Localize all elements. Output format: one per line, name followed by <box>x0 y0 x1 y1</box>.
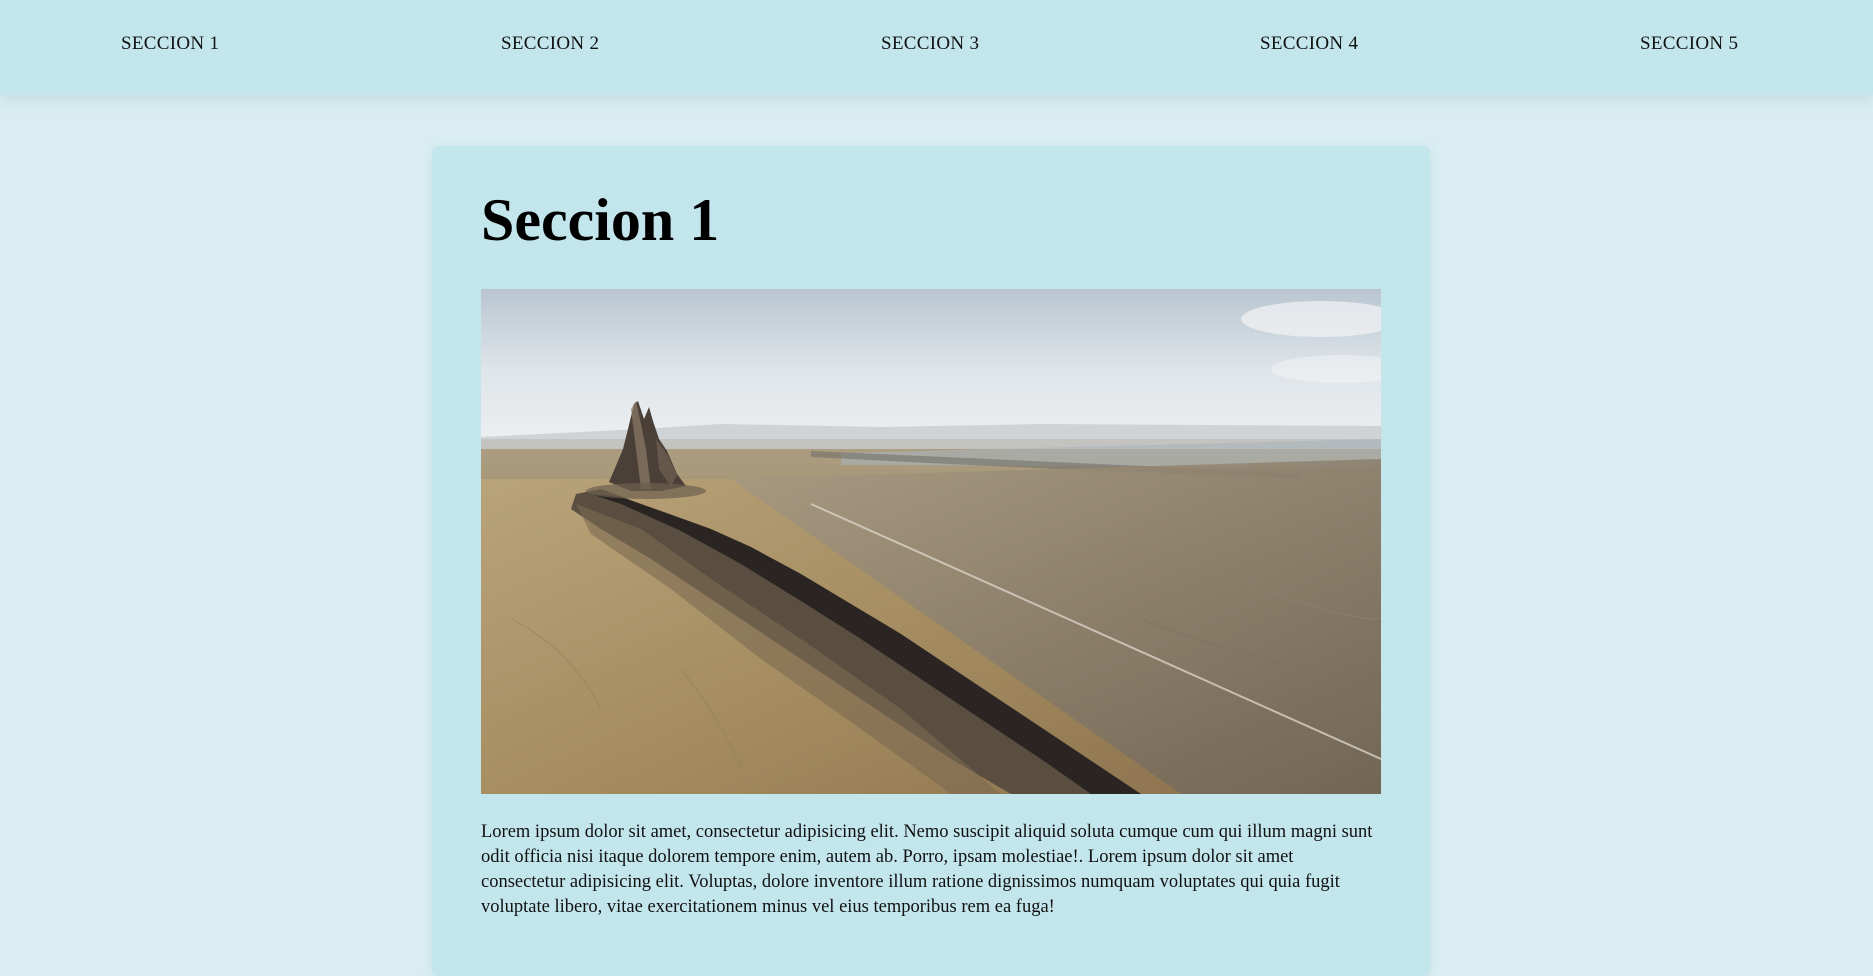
section-body-text: Lorem ipsum dolor sit amet, consectetur … <box>481 822 1373 917</box>
nav-link-seccion-5[interactable]: SECCION 5 <box>1640 33 1738 55</box>
nav-link-seccion-1[interactable]: SECCION 1 <box>121 33 219 55</box>
nav-link-seccion-2[interactable]: SECCION 2 <box>501 33 599 55</box>
section-card: Seccion 1 Lorem ipsum dolor sit amet, co… <box>432 146 1430 976</box>
nav-link-seccion-4[interactable]: SECCION 4 <box>1260 33 1358 55</box>
section-image <box>481 289 1381 794</box>
desert-landscape-image <box>481 289 1381 794</box>
top-navigation: SECCION 1 SECCION 2 SECCION 3 SECCION 4 … <box>0 0 1873 95</box>
nav-link-seccion-3[interactable]: SECCION 3 <box>881 33 979 55</box>
section-title: Seccion 1 <box>481 187 720 253</box>
